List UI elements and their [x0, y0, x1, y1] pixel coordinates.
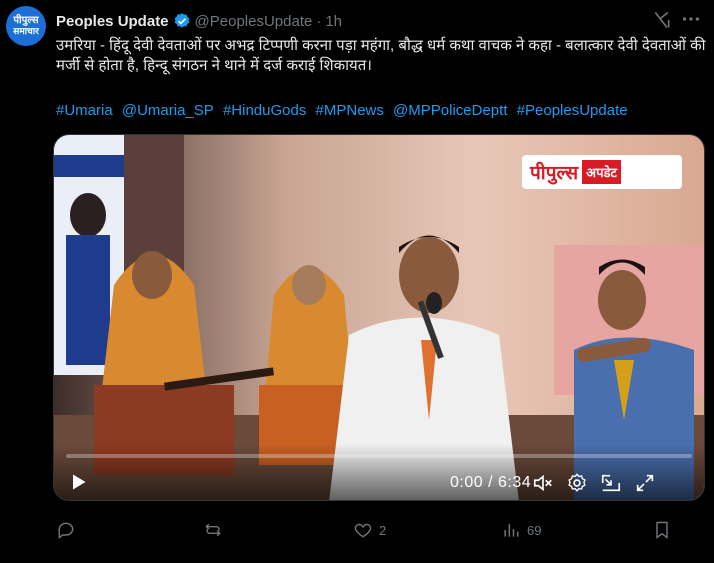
more-options-icon[interactable] [680, 8, 702, 30]
grok-icon[interactable] [652, 10, 672, 30]
channel-watermark: पीपुल्स अपडेट [522, 155, 682, 189]
repost-button[interactable] [203, 518, 229, 542]
post-header: Peoples Update @PeoplesUpdate · 1h [56, 10, 704, 32]
hashtag-link[interactable]: #MPNews [316, 102, 384, 119]
avatar-line-1: पीपुल्स [13, 15, 39, 26]
bookmark-button[interactable] [652, 518, 672, 542]
bookmark-icon [656, 521, 668, 539]
repost-icon [205, 523, 221, 537]
separator-dot: · [316, 12, 322, 30]
author-name[interactable]: Peoples Update [56, 13, 169, 30]
hashtag-row: #Umaria @Umaria_SP #HinduGods #MPNews @M… [56, 101, 633, 121]
hashtag-link[interactable]: #Umaria [56, 102, 113, 119]
video-controls: 0:00 / 6:34 [54, 444, 704, 500]
like-button[interactable]: 2 [353, 518, 386, 542]
verified-badge-icon [174, 13, 189, 28]
video-player[interactable]: पीपुल्स अपडेट 0:00 / 6:34 [53, 134, 705, 501]
hashtag-link[interactable]: #HinduGods [223, 102, 306, 119]
mention-link[interactable]: @Umaria_SP [122, 102, 214, 119]
play-icon[interactable] [68, 472, 88, 492]
heart-icon [354, 523, 372, 538]
post-time[interactable]: 1h [325, 13, 342, 30]
views-count: 69 [527, 522, 542, 538]
fullscreen-icon[interactable] [634, 472, 656, 494]
watermark-sub: अपडेट [582, 160, 621, 184]
author-handle[interactable]: @PeoplesUpdate [195, 13, 313, 30]
volume-icon[interactable] [532, 472, 554, 494]
video-time: 0:00 / 6:34 [450, 474, 532, 491]
avatar[interactable]: पीपुल्स समाचार [6, 6, 46, 46]
avatar-line-2: समाचार [13, 26, 39, 36]
action-bar: 2 69 [56, 518, 706, 542]
settings-icon[interactable] [566, 472, 588, 494]
like-count: 2 [379, 522, 387, 538]
views-icon [504, 524, 519, 537]
mention-link[interactable]: @MPPoliceDeptt [393, 102, 507, 119]
post-text: उमरिया - हिंदू देवी देवताओं पर अभद्र टिप… [56, 37, 706, 74]
video-progress-bar[interactable] [66, 454, 692, 458]
watermark-main: पीपुल्स [530, 163, 579, 184]
views-button[interactable]: 69 [501, 518, 541, 542]
hashtag-link[interactable]: #PeoplesUpdate [517, 102, 628, 119]
reply-button[interactable] [56, 518, 82, 542]
reply-icon [58, 522, 74, 539]
picture-in-picture-icon[interactable] [600, 472, 622, 494]
